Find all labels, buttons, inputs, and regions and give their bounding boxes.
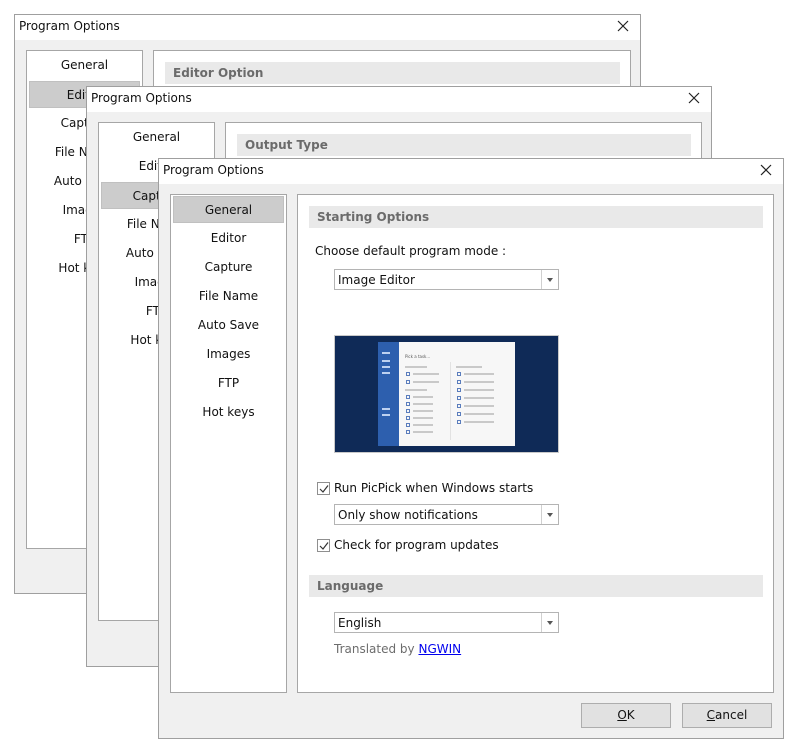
translated-by-label: Translated by bbox=[334, 642, 415, 656]
section-header-output-type: Output Type bbox=[237, 134, 691, 156]
language-value: English bbox=[338, 616, 382, 630]
cancel-label-rest: ancel bbox=[715, 708, 748, 722]
chevron-down-icon[interactable] bbox=[541, 505, 558, 524]
cancel-button[interactable]: Cancel bbox=[682, 703, 772, 728]
close-icon[interactable] bbox=[614, 17, 632, 35]
title-bar: Program Options bbox=[87, 87, 711, 112]
check-updates-label[interactable]: Check for program updates bbox=[334, 538, 499, 552]
run-on-start-checkbox[interactable] bbox=[317, 482, 330, 495]
chevron-down-icon[interactable] bbox=[541, 270, 558, 289]
check-updates-checkbox[interactable] bbox=[317, 539, 330, 552]
sidebar-item-hot-keys[interactable]: Hot keys bbox=[173, 399, 284, 426]
sidebar-item-ftp[interactable]: FTP bbox=[173, 370, 284, 397]
program-options-window-front: Program Options General Editor Capture F… bbox=[158, 158, 784, 739]
sidebar-item-images[interactable]: Images bbox=[173, 341, 284, 368]
default-mode-label: Choose default program mode : bbox=[315, 244, 507, 258]
translated-by-line: Translated by NGWIN bbox=[334, 642, 461, 656]
options-content-panel: Starting Options Choose default program … bbox=[297, 194, 774, 693]
checkmark-icon bbox=[319, 542, 329, 550]
ok-button[interactable]: OK bbox=[581, 703, 671, 728]
section-header-editor-option: Editor Option bbox=[165, 62, 620, 84]
window-title: Program Options bbox=[163, 163, 264, 177]
cancel-mnemonic: C bbox=[706, 708, 716, 722]
default-mode-select[interactable]: Image Editor bbox=[334, 269, 559, 290]
sidebar-item-file-name[interactable]: File Name bbox=[173, 283, 284, 310]
preview-app-sidebar bbox=[378, 342, 399, 446]
window-title: Program Options bbox=[91, 91, 192, 105]
title-bar: Program Options bbox=[15, 15, 640, 40]
sidebar-item-auto-save[interactable]: Auto Save bbox=[173, 312, 284, 339]
section-header-starting-options: Starting Options bbox=[309, 206, 763, 228]
sidebar-item-general[interactable]: General bbox=[173, 196, 284, 223]
startup-notification-select[interactable]: Only show notifications bbox=[334, 504, 559, 525]
preview-app-window: Pick a task... bbox=[378, 342, 515, 446]
mode-preview-image: Pick a task... bbox=[334, 335, 559, 453]
close-icon[interactable] bbox=[685, 89, 703, 107]
window-title: Program Options bbox=[19, 19, 120, 33]
preview-pick-task-text: Pick a task... bbox=[405, 354, 431, 359]
chevron-down-icon[interactable] bbox=[541, 613, 558, 632]
sidebar-item-general[interactable]: General bbox=[29, 52, 140, 79]
default-mode-value: Image Editor bbox=[338, 273, 415, 287]
sidebar-item-editor[interactable]: Editor bbox=[173, 225, 284, 252]
ok-mnemonic: O bbox=[617, 708, 627, 722]
checkmark-icon bbox=[319, 485, 329, 493]
run-on-start-label[interactable]: Run PicPick when Windows starts bbox=[334, 481, 533, 495]
title-bar: Program Options bbox=[159, 159, 783, 184]
translator-link[interactable]: NGWIN bbox=[418, 642, 461, 656]
ok-label-rest: K bbox=[626, 708, 635, 722]
sidebar-item-general[interactable]: General bbox=[101, 124, 212, 151]
language-select[interactable]: English bbox=[334, 612, 559, 633]
close-icon[interactable] bbox=[757, 161, 775, 179]
startup-notification-value: Only show notifications bbox=[338, 508, 478, 522]
section-header-language: Language bbox=[309, 575, 763, 597]
options-sidebar: General Editor Capture File Name Auto Sa… bbox=[170, 194, 287, 693]
sidebar-item-capture[interactable]: Capture bbox=[173, 254, 284, 281]
